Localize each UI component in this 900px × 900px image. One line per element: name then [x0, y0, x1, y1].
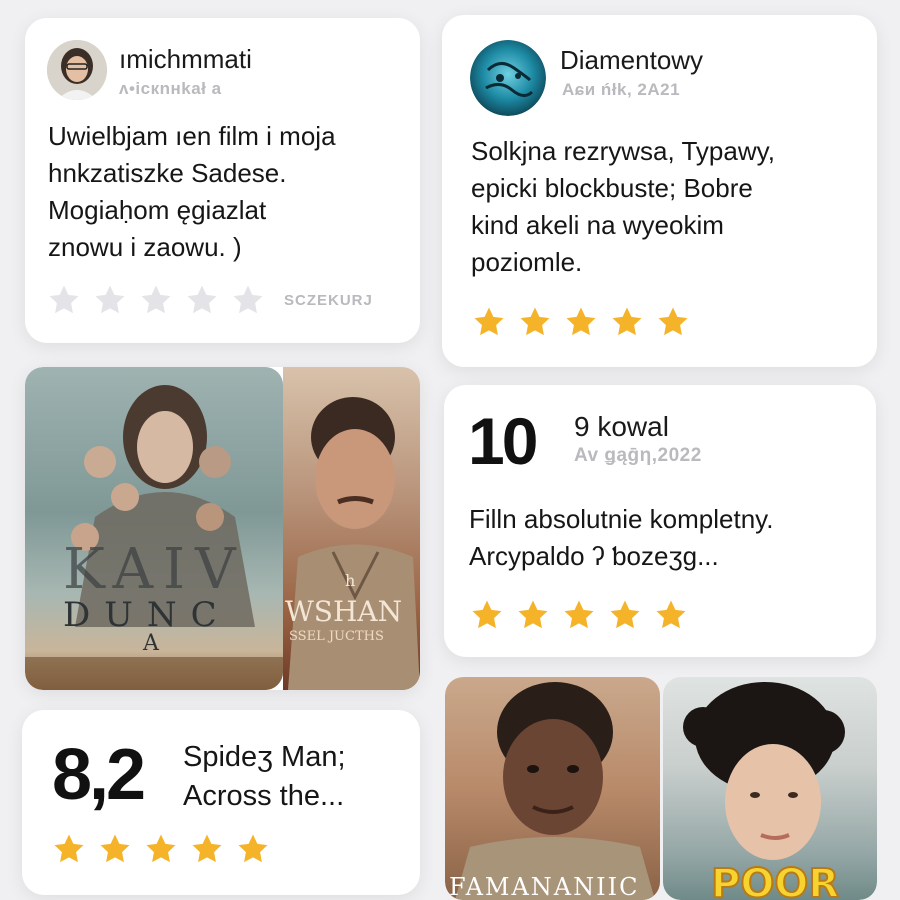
star-filled-icon[interactable]: [472, 305, 506, 339]
poster-title: POOR: [710, 860, 840, 900]
star-filled-icon[interactable]: [564, 305, 598, 339]
star-rating[interactable]: [472, 305, 702, 339]
star-empty-icon[interactable]: [231, 283, 265, 317]
action-link[interactable]: SCZEKURJ: [284, 292, 373, 309]
poster-title-small: h: [345, 571, 356, 590]
movie-poster-4[interactable]: POOR: [663, 677, 877, 900]
review-text-line: hnkzatiszke Sadese.: [48, 158, 287, 188]
user-avatar[interactable]: [47, 40, 107, 100]
movie-title-line: Across the...: [183, 780, 345, 812]
movie-poster-1[interactable]: KAIV DUNC A: [25, 367, 283, 690]
star-filled-icon[interactable]: [470, 598, 504, 632]
star-filled-icon[interactable]: [610, 305, 644, 339]
movie-title-line: Spideʒ Man;: [183, 741, 346, 773]
review-card-3[interactable]: 10 9 kowal Av ǥąḡη,2022 Filln absolutnie…: [444, 385, 876, 657]
poster-pair-card-1[interactable]: KAIV DUNC A h WSHAN SSEL JUCTHS: [25, 367, 420, 690]
star-filled-icon[interactable]: [656, 305, 690, 339]
movie-poster-3[interactable]: FAMANANIIC: [445, 677, 660, 900]
review-date: Av ǥąḡη,2022: [574, 445, 702, 466]
review-text-line: kind akeli na wyeokim: [471, 210, 724, 240]
review-text-line: Filln absolutnie kompletny.: [469, 504, 774, 534]
user-name[interactable]: 9 kowal: [574, 411, 669, 443]
review-card-2[interactable]: Diamentowy Aɕᴎ ńłk, 2A21 Solkjna rezryws…: [442, 15, 877, 367]
star-empty-icon[interactable]: [47, 283, 81, 317]
poster-subtitle: SSEL JUCTHS: [289, 629, 384, 644]
star-rating[interactable]: [52, 832, 282, 866]
review-card-1[interactable]: ımichmmati ʌ•icкnнkał a Uwielbjam ıen fi…: [25, 18, 420, 343]
star-filled-icon[interactable]: [562, 598, 596, 632]
movie-title: Spideʒ Man; Across the...: [183, 738, 346, 816]
user-name[interactable]: ımichmmati: [119, 44, 252, 75]
review-text-line: Uwielbjam ıen film i moja: [48, 121, 336, 151]
review-text-line: poziomle.: [471, 247, 583, 277]
review-text-line: znowu i zaowu. ): [48, 232, 242, 262]
review-text: Solkjna rezrywsa, Typawy, epicki blockbu…: [471, 133, 775, 281]
star-filled-icon[interactable]: [98, 832, 132, 866]
poster-title: KAIV: [63, 537, 246, 602]
movie-poster-2[interactable]: h WSHAN SSEL JUCTHS: [283, 367, 420, 690]
star-filled-icon[interactable]: [608, 598, 642, 632]
poster-pair-card-2[interactable]: FAMANANIIC POOR: [445, 677, 877, 900]
person-avatar-icon: [47, 40, 107, 100]
score-value: 8,2: [52, 735, 146, 815]
review-card-4[interactable]: 8,2 Spideʒ Man; Across the...: [22, 710, 420, 895]
poster-title: FAMANANIIC: [449, 873, 640, 900]
star-empty-icon[interactable]: [93, 283, 127, 317]
star-filled-icon[interactable]: [518, 305, 552, 339]
review-text: Filln absolutnie kompletny. Arcypaldo ʔ …: [469, 501, 773, 575]
poster-subtitle: A: [143, 631, 159, 656]
score-value: 10: [468, 404, 538, 478]
teal-texture-avatar-icon: [470, 40, 546, 116]
star-filled-icon[interactable]: [654, 598, 688, 632]
review-text-line: Arcypaldo ʔ ƅozeʒg...: [469, 541, 719, 571]
star-empty-icon[interactable]: [139, 283, 173, 317]
star-empty-icon[interactable]: [185, 283, 219, 317]
star-rating[interactable]: [47, 283, 277, 317]
star-filled-icon[interactable]: [52, 832, 86, 866]
user-avatar[interactable]: [470, 40, 546, 116]
star-filled-icon[interactable]: [516, 598, 550, 632]
review-text: Uwielbjam ıen film i moja hnkzatiszke Sa…: [48, 118, 336, 266]
review-text-line: epicki blockbuste; Bobre: [471, 173, 753, 203]
star-filled-icon[interactable]: [236, 832, 270, 866]
review-text-line: Solkjna rezrywsa, Typawy,: [471, 136, 775, 166]
star-rating[interactable]: [470, 598, 700, 632]
portrait-poster-art-icon: [455, 682, 655, 900]
poster-title: WSHAN: [285, 595, 403, 628]
star-filled-icon[interactable]: [190, 832, 224, 866]
poster-title: DUNC: [63, 595, 231, 635]
review-date: Aɕᴎ ńłk, 2A21: [562, 80, 681, 99]
review-text-line: Mogiaḥom ęgiazlat: [48, 195, 267, 225]
review-date: ʌ•icкnнkał a: [119, 79, 222, 98]
star-filled-icon[interactable]: [144, 832, 178, 866]
user-name[interactable]: Diamentowy: [560, 45, 703, 76]
